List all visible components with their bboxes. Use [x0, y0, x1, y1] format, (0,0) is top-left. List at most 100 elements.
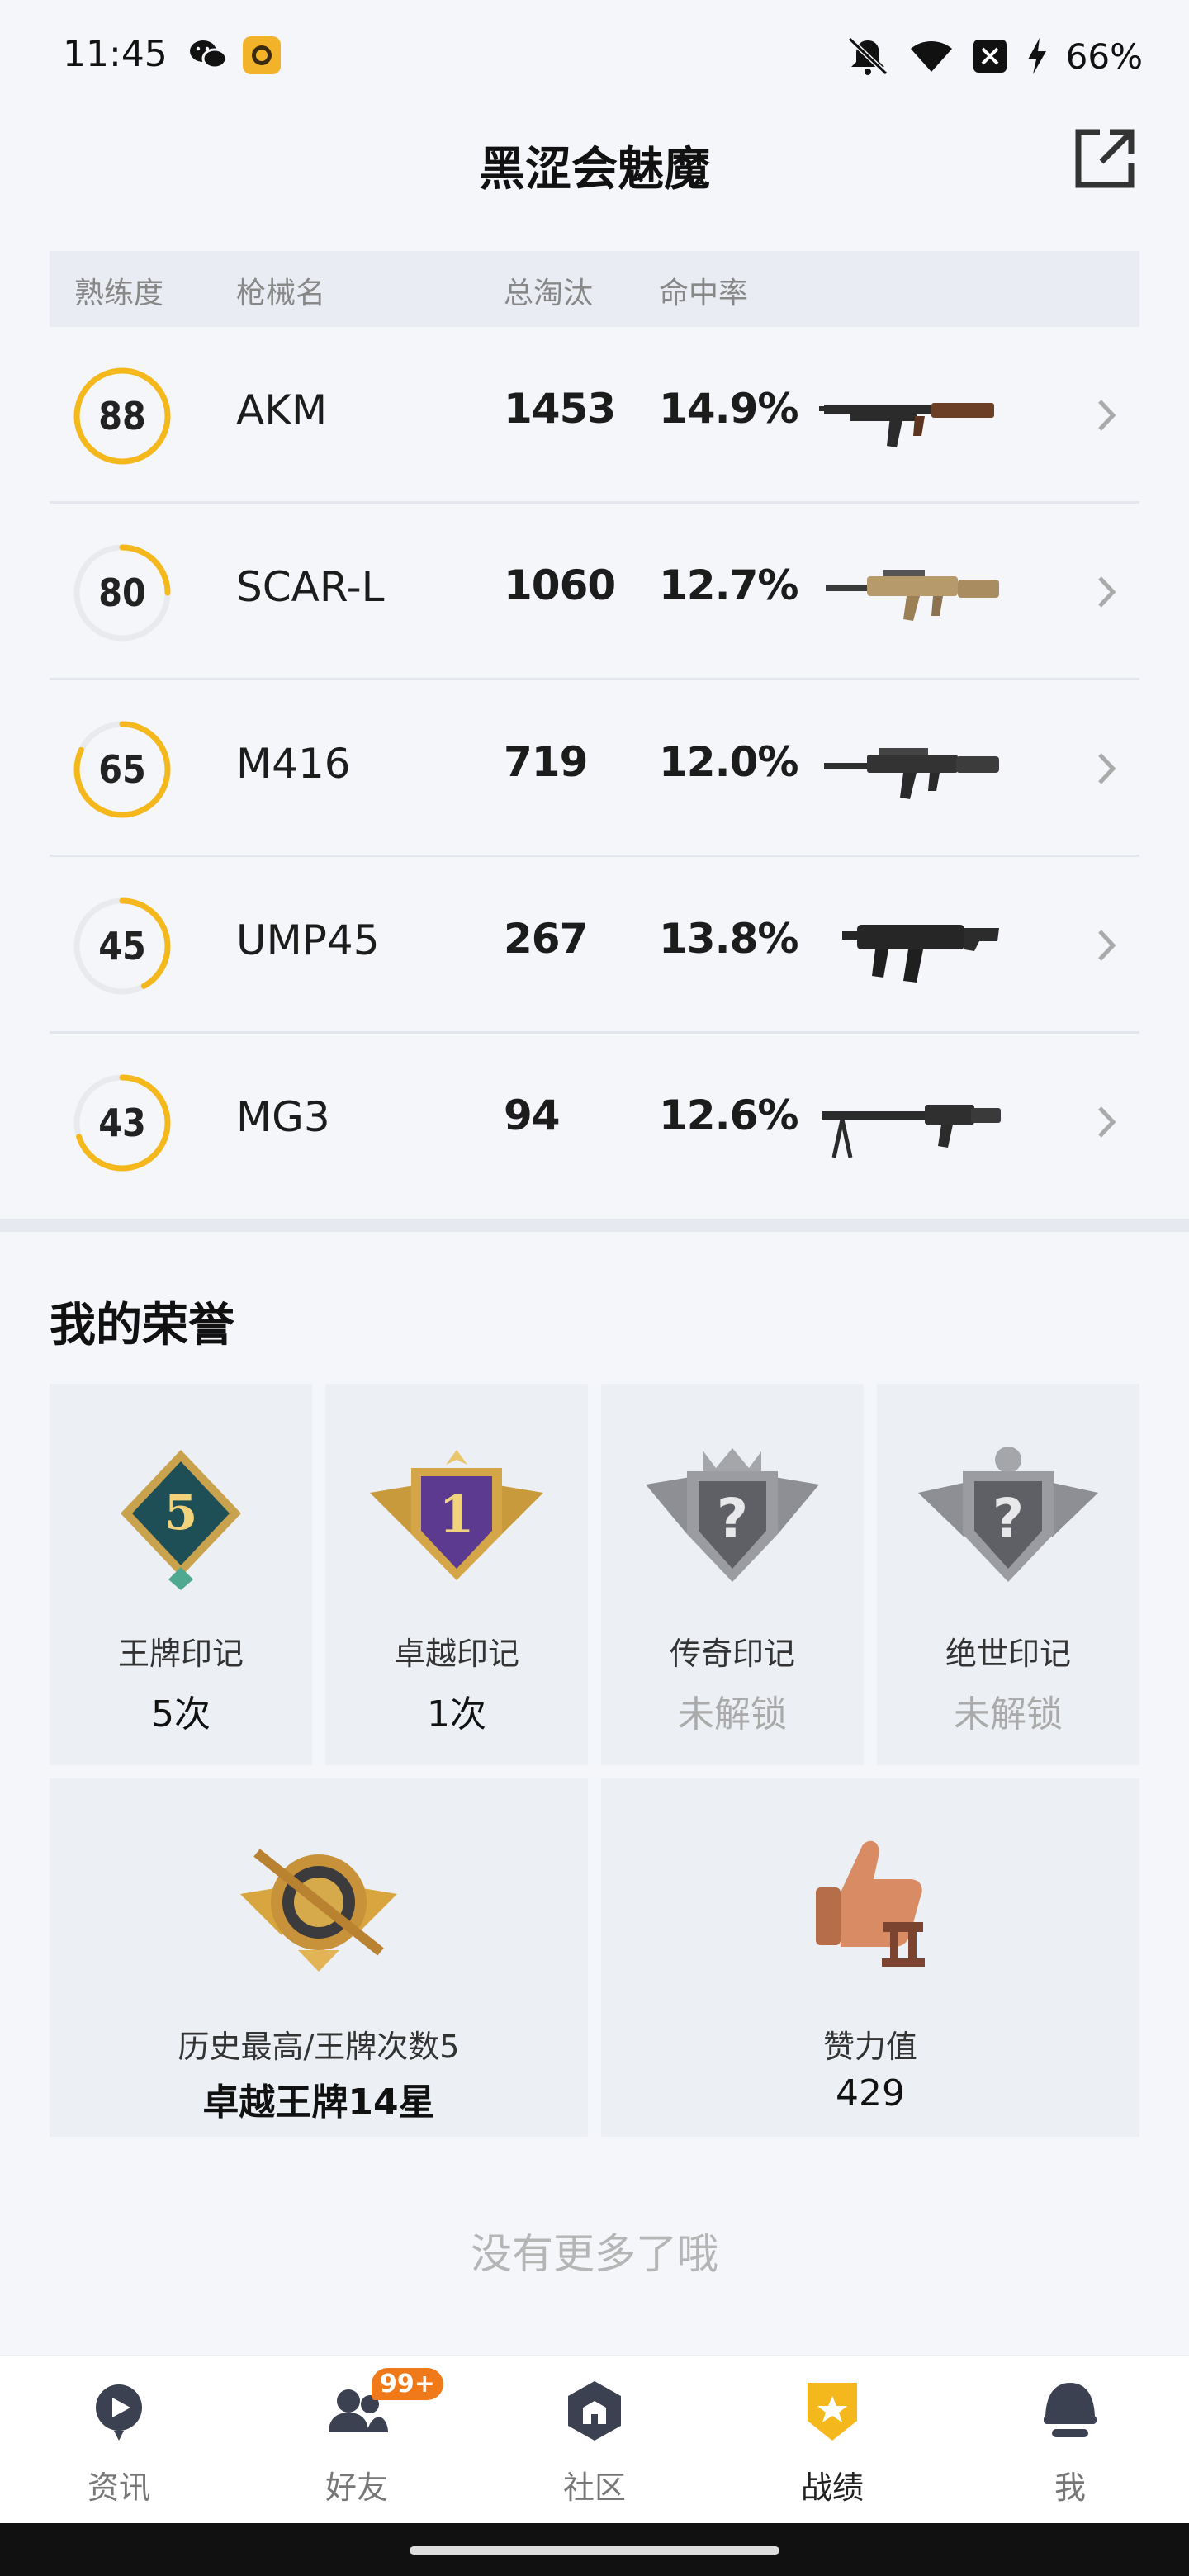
bottom-nav: 资讯 99+ 好友 社区 战绩 我: [0, 2355, 1189, 2523]
friends-count-badge: 99+: [372, 2368, 443, 2400]
nav-label: 我: [1054, 2469, 1086, 2506]
rank-emblem-icon: [240, 1849, 397, 1972]
news-icon: [96, 2384, 142, 2441]
weapon-row-mg3[interactable]: 43 MG3 94 12.6%: [50, 1034, 1139, 1210]
nav-item-me[interactable]: 我: [951, 2356, 1189, 2525]
nav-label: 好友: [324, 2469, 388, 2506]
badge-value: 5次: [151, 1693, 211, 1735]
honor-section-title: 我的荣誉: [50, 1299, 234, 1352]
status-time: 11:45: [63, 33, 168, 75]
hit-rate-value: 13.8%: [659, 915, 798, 963]
kills-value: 94: [504, 1091, 561, 1139]
badge-excellent-mark[interactable]: 1 卓越印记 1次: [325, 1384, 588, 1765]
ace-mark-number: 5: [164, 1485, 197, 1541]
page-title: 黑涩会魅魔: [479, 143, 710, 197]
scar-l-rifle-image: [826, 570, 999, 621]
chevron-right-icon: [1098, 1106, 1116, 1138]
mastery-value: 43: [98, 1101, 146, 1145]
mute-icon: [847, 36, 888, 76]
weapon-row-akm[interactable]: 88 AKM 1453 14.9%: [50, 327, 1139, 504]
col-weapon-name: 枪械名: [236, 277, 326, 310]
badge-ace-mark[interactable]: 5 王牌印记 5次: [50, 1384, 312, 1765]
status-bar: 11:45 66%: [0, 0, 1189, 116]
likes-label: 赞力值: [822, 2029, 917, 2065]
excellent-mark-number: 1: [438, 1485, 474, 1545]
weapon-row-scar-l[interactable]: 80 SCAR-L 1060 12.7%: [50, 504, 1139, 680]
weapon-name: AKM: [236, 386, 328, 434]
mastery-value: 45: [98, 924, 146, 968]
record-icon: [808, 2383, 857, 2441]
section-divider: [0, 1219, 1189, 1232]
ace-mark-icon: 5: [121, 1450, 241, 1590]
hit-rate-value: 12.0%: [659, 738, 798, 786]
kills-value: 1453: [504, 385, 616, 433]
akm-rifle-image: [819, 403, 994, 447]
weapon-table: 熟练度 枪械名 总淘汰 命中率 88 AKM 1453 14.9% 80 SCA…: [50, 251, 1139, 1210]
legend-mark-locked-icon: ?: [646, 1448, 819, 1582]
badge-legend-mark[interactable]: ? 传奇印记 未解锁: [601, 1384, 864, 1765]
kills-value: 719: [504, 738, 588, 786]
m416-rifle-image: [824, 748, 999, 799]
weapon-name: SCAR-L: [236, 563, 385, 611]
ump45-smg-image: [842, 925, 999, 983]
badge-label: 王牌印记: [117, 1636, 244, 1672]
badge-value: 未解锁: [678, 1693, 787, 1735]
nav-item-record[interactable]: 战绩: [713, 2356, 951, 2525]
kills-value: 1060: [504, 561, 616, 609]
weapon-row-m416[interactable]: 65 M416 719 12.0%: [50, 680, 1139, 857]
mastery-value: 80: [98, 571, 146, 615]
mg3-machine-gun-image: [822, 1105, 1001, 1158]
highest-rank-card[interactable]: 历史最高/王牌次数5 卓越王牌14星: [50, 1778, 588, 2137]
nav-item-friends[interactable]: 99+ 好友: [238, 2356, 476, 2525]
wechat-icon: [190, 40, 228, 69]
mastery-value: 65: [98, 747, 146, 792]
weapon-name: UMP45: [236, 916, 380, 964]
share-icon[interactable]: [1072, 125, 1138, 192]
me-icon: [1044, 2383, 1097, 2437]
home-indicator[interactable]: [410, 2546, 779, 2555]
wifi-icon: [910, 41, 952, 72]
hit-rate-value: 12.7%: [659, 561, 798, 609]
legend-mark-question: ?: [717, 1487, 748, 1551]
badge-peerless-mark[interactable]: ? 绝世印记 未解锁: [877, 1384, 1139, 1765]
weapon-name: M416: [236, 740, 351, 788]
weapon-name: MG3: [236, 1093, 330, 1141]
chevron-right-icon: [1098, 400, 1116, 431]
peerless-mark-question: ?: [992, 1487, 1024, 1551]
badge-label: 传奇印记: [669, 1636, 795, 1672]
peerless-mark-locked-icon: ?: [918, 1447, 1098, 1582]
weapon-row-ump45[interactable]: 45 UMP45 267 13.8%: [50, 857, 1139, 1034]
badge-value: 未解锁: [954, 1693, 1063, 1735]
nav-item-community[interactable]: 社区: [476, 2356, 713, 2525]
badge-label: 绝世印记: [945, 1636, 1071, 1672]
hit-rate-value: 12.6%: [659, 1091, 798, 1139]
highest-rank-value: 卓越王牌14星: [202, 2081, 435, 2124]
mastery-value: 88: [98, 394, 146, 438]
no-more-text: 没有更多了哦: [471, 2230, 718, 2278]
nav-item-news[interactable]: 资讯: [0, 2356, 238, 2525]
highest-rank-label: 历史最高/王牌次数5: [178, 2029, 460, 2065]
excellent-mark-icon: 1: [370, 1450, 543, 1580]
likes-value: 429: [836, 2072, 905, 2114]
battery-percent: 66%: [1065, 36, 1143, 77]
badge-label: 卓越印记: [393, 1636, 519, 1672]
table-header: 熟练度 枪械名 总淘汰 命中率: [50, 251, 1139, 327]
chevron-right-icon: [1098, 576, 1116, 608]
nav-label: 战绩: [800, 2469, 864, 2506]
sim-off-icon: [973, 40, 1007, 73]
hit-rate-value: 14.9%: [659, 385, 798, 433]
badge-value: 1次: [427, 1693, 486, 1735]
nav-label: 社区: [562, 2469, 626, 2506]
nav-label: 资讯: [87, 2469, 150, 2506]
status-icons: 66%: [845, 31, 1143, 81]
community-icon: [568, 2381, 621, 2441]
col-mastery: 熟练度: [74, 277, 164, 310]
col-hit-rate: 命中率: [659, 277, 749, 310]
likes-card[interactable]: 赞力值 429: [601, 1778, 1139, 2137]
charging-icon: [1027, 38, 1046, 74]
chevron-right-icon: [1098, 753, 1116, 784]
thumbs-up-icon: [816, 1840, 925, 1967]
kills-value: 267: [504, 915, 588, 963]
chevron-right-icon: [1098, 930, 1116, 961]
col-kills: 总淘汰: [504, 277, 594, 310]
